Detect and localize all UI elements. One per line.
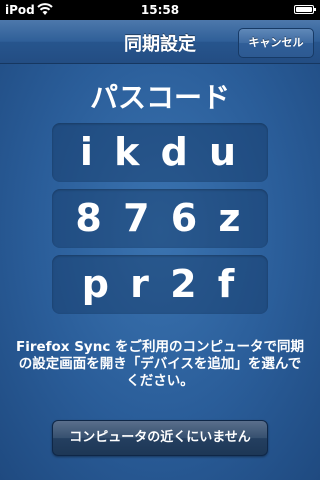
clock: 15:58: [140, 3, 180, 17]
navigation-bar: 同期設定 キャンセル: [0, 20, 320, 64]
not-near-computer-button[interactable]: コンピュータの近くにいません: [52, 420, 268, 456]
status-bar: iPod 15:58: [0, 0, 320, 20]
instructions-text: Firefox Sync をご利用のコンピュータで同期の設定画面を開き「デバイス…: [15, 339, 305, 389]
passcode-heading: パスコード: [89, 81, 230, 114]
battery-icon: [294, 5, 316, 14]
passcode-segment-2: 8 7 6 z: [52, 189, 268, 248]
passcode-segment-3: p r 2 f: [52, 255, 268, 314]
main-content: パスコード i k d u 8 7 6 z p r 2 f Firefox Sy…: [0, 64, 320, 480]
cancel-button[interactable]: キャンセル: [238, 28, 314, 58]
passcode-segment-1: i k d u: [52, 123, 268, 182]
